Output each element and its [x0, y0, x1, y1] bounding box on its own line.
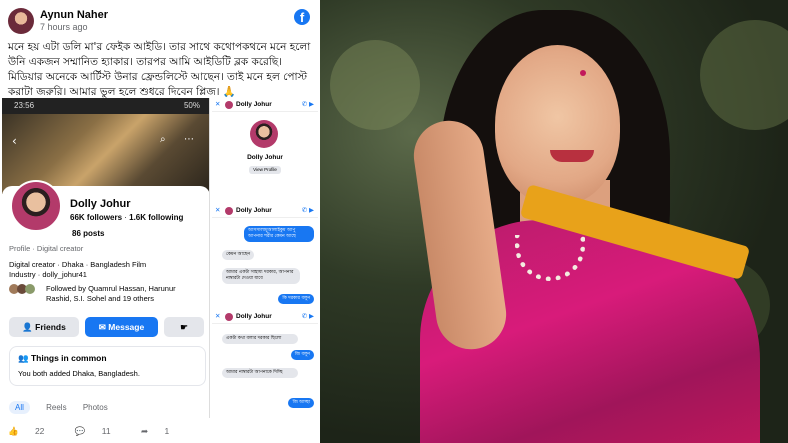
- avatar: [25, 284, 35, 295]
- things-in-common-label: Things in common: [30, 353, 107, 363]
- post-time[interactable]: 7 hours ago: [40, 22, 88, 32]
- close-icon: ✕: [215, 207, 221, 214]
- posts-count: 86 posts: [72, 229, 104, 238]
- posts-count-text: 86 posts: [72, 229, 105, 238]
- more-options-icon: ⋯: [184, 134, 194, 145]
- view-profile-button: View Profile: [249, 166, 281, 174]
- like-count[interactable]: 👍 22: [8, 426, 58, 436]
- things-in-common-card: 👥 Things in common You both added Dhaka,…: [9, 346, 206, 386]
- tab-all: All: [9, 401, 30, 414]
- message-bubble: আসসালামুআলাইকুম আপু আপনার শরীর কেমন আছে: [244, 226, 314, 242]
- friends-button-label: Friends: [35, 322, 66, 332]
- smile: [550, 150, 594, 162]
- portrait-photo: [320, 0, 788, 443]
- facebook-post: Aynun Naher 7 hours ago f মনে হয় এটা ডল…: [0, 0, 320, 443]
- close-icon: ✕: [215, 101, 221, 108]
- friends-icon: 👤: [22, 322, 36, 332]
- friends-button: 👤 Friends: [9, 317, 79, 337]
- chat-profile-name: Dolly Johur: [247, 154, 283, 161]
- like-icon: 👍: [8, 426, 21, 436]
- close-icon: ✕: [215, 313, 221, 320]
- avatar: [225, 207, 233, 215]
- background-bokeh: [330, 40, 420, 130]
- chat-screenshot: ✕ Dolly Johur ✆ ▶ Dolly Johur View Profi…: [212, 98, 318, 418]
- messenger-icon: ✉: [98, 322, 109, 332]
- chat-header: ✕ Dolly Johur ✆ ▶: [212, 310, 318, 324]
- back-arrow-icon: ‹: [12, 134, 17, 148]
- profile-details-1: Digital creator · Dhaka · Bangladesh Fil…: [9, 260, 147, 269]
- call-icons: ✆ ▶: [301, 313, 314, 320]
- status-bar: 23:56 50%: [2, 98, 209, 114]
- chat-header: ✕ Dolly Johur ✆ ▶: [212, 98, 318, 112]
- chat-header: ✕ Dolly Johur ✆ ▶: [212, 204, 318, 218]
- call-icons: ✆ ▶: [301, 207, 314, 214]
- tab-photos: Photos: [82, 403, 108, 412]
- post-text: মনে হয় এটা ডলি মা'র ফেইক আইডি। তার সাথে…: [8, 41, 311, 98]
- mutual-avatars: [9, 284, 35, 295]
- facebook-logo-icon: f: [294, 9, 310, 25]
- message-bubble: জি আচ্ছা: [288, 398, 314, 408]
- chat-contact-name: Dolly Johur: [236, 313, 272, 320]
- status-time: 23:56: [14, 101, 35, 110]
- call-icons: ✆ ▶: [301, 101, 314, 108]
- profile-screenshot: 23:56 50% ‹ ⌕ ⋯ Dolly Johur 66K follower…: [2, 98, 210, 418]
- message-bubble: আমার নাম্বারটা আপনাকে দিচ্ছি: [222, 368, 298, 378]
- background-bokeh: [700, 20, 788, 130]
- avatar: [225, 313, 233, 321]
- profile-stats: 66K followers · 1.6K following: [70, 213, 184, 222]
- attached-screenshots[interactable]: 23:56 50% ‹ ⌕ ⋯ Dolly Johur 66K follower…: [0, 98, 320, 418]
- message-bubble: আমার একটা সাহায্য দরকার, আপনার নাম্বারটা…: [222, 268, 300, 284]
- followed-by-2: Rashid, S.I. Sohel and 19 others: [46, 294, 154, 303]
- post-header: Aynun Naher 7 hours ago f: [8, 8, 312, 36]
- following-count: 1.6K following: [129, 213, 184, 222]
- post-reactions: 👍 22 💬 11 ➦ 1: [8, 426, 197, 437]
- message-bubble: কেমন আছেন: [222, 250, 255, 260]
- profile-tabs: All Reels Photos: [9, 401, 122, 414]
- search-icon: ⌕: [160, 134, 166, 145]
- people-icon: 👥: [18, 353, 31, 363]
- share-count[interactable]: ➦ 1: [141, 426, 183, 436]
- chat-contact-name: Dolly Johur: [236, 101, 272, 108]
- more-button: ☛: [164, 317, 204, 337]
- followed-by-1: Followed by Quamrul Hassan, Harunur: [46, 284, 176, 293]
- face: [495, 45, 620, 205]
- comment-icon: 💬: [74, 426, 88, 436]
- tab-reels: Reels: [46, 403, 67, 412]
- profile-name: Dolly Johur: [70, 198, 131, 210]
- followers-count: 66K followers: [70, 213, 123, 222]
- profile-avatar: [10, 180, 62, 232]
- avatar: [225, 101, 233, 109]
- message-button: ✉ Message: [85, 317, 158, 337]
- chat-profile-avatar: [250, 120, 278, 148]
- message-bubble: কি দরকার বলুন: [278, 294, 314, 304]
- profile-category: Profile · Digital creator: [9, 244, 84, 253]
- things-in-common-body: You both added Dhaka, Bangladesh.: [18, 369, 140, 378]
- comment-count[interactable]: 💬 11: [75, 426, 125, 436]
- message-bubble: জি বলুন: [290, 350, 314, 360]
- author-avatar[interactable]: [8, 8, 34, 34]
- share-icon: ➦: [140, 426, 151, 436]
- comment-count-text: 11: [101, 426, 111, 436]
- message-button-label: Message: [108, 322, 145, 332]
- author-name[interactable]: Aynun Naher: [40, 9, 108, 21]
- battery-level: 50%: [183, 101, 200, 110]
- message-bubble: একটা কথা বলার দরকার ছিলো: [222, 334, 298, 344]
- hand-icon: ☛: [180, 322, 188, 332]
- share-count-text: 1: [164, 426, 170, 436]
- things-in-common-title: 👥 Things in common: [18, 353, 107, 364]
- profile-details-2: Industry · dolly_johur41: [9, 270, 87, 279]
- like-count-text: 22: [34, 426, 45, 436]
- bindi: [580, 70, 586, 76]
- chat-contact-name: Dolly Johur: [236, 207, 272, 214]
